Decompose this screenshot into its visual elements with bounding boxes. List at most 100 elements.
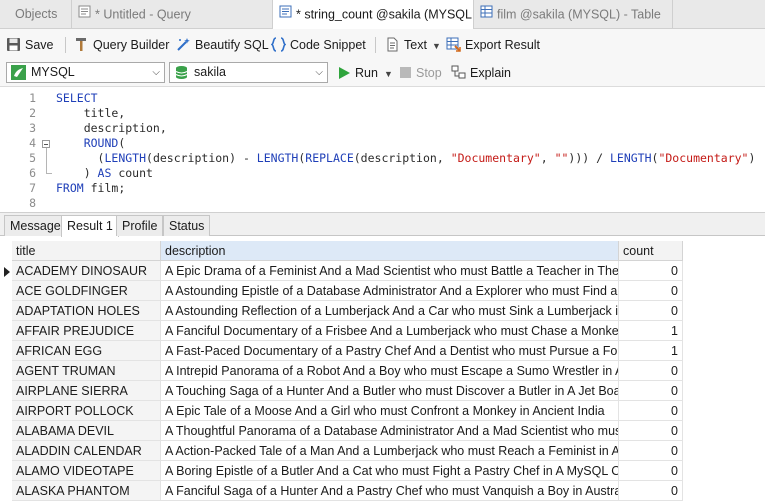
- column-header-description[interactable]: description: [161, 241, 619, 261]
- cell-title[interactable]: ALADDIN CALENDAR: [12, 441, 161, 461]
- export-icon: [446, 37, 461, 52]
- table-row[interactable]: ADAPTATION HOLES A Astounding Reflection …: [0, 301, 765, 321]
- query-icon: [279, 0, 292, 28]
- cell-count[interactable]: 0: [619, 381, 683, 401]
- cell-description[interactable]: A Intrepid Panorama of a Robot And a Boy…: [161, 361, 619, 381]
- cell-title[interactable]: ALAMO VIDEOTAPE: [12, 461, 161, 481]
- cell-title[interactable]: ACADEMY DINOSAUR: [12, 261, 161, 281]
- export-result-button[interactable]: Export Result: [446, 33, 540, 57]
- line-number-gutter: 1 2 3 4 5 6 7 8: [0, 87, 38, 210]
- code-snippet-label: Code Snippet: [290, 38, 366, 52]
- code-line-2: title,: [56, 106, 126, 120]
- fold-guide: [46, 173, 52, 174]
- stop-label: Stop: [416, 66, 442, 80]
- text-format-dropdown[interactable]: Text ▼: [385, 33, 441, 57]
- fold-toggle-icon[interactable]: [42, 140, 50, 148]
- table-row[interactable]: AFFAIR PREJUDICE A Fanciful Documentary o…: [0, 321, 765, 341]
- cell-description[interactable]: A Fast-Paced Documentary of a Pastry Che…: [161, 341, 619, 361]
- cell-description[interactable]: A Epic Tale of a Moose And a Girl who mu…: [161, 401, 619, 421]
- cell-description[interactable]: A Fanciful Documentary of a Frisbee And …: [161, 321, 619, 341]
- table-row[interactable]: ACADEMY DINOSAUR A Epic Drama of a Femini…: [0, 261, 765, 281]
- table-row[interactable]: ALABAMA DEVIL A Thoughtful Panorama of a …: [0, 421, 765, 441]
- tab-untitled-query[interactable]: * Untitled - Query: [72, 0, 273, 28]
- save-button[interactable]: Save: [6, 33, 54, 57]
- table-icon: [480, 0, 493, 28]
- cell-description[interactable]: A Touching Saga of a Hunter And a Butler…: [161, 381, 619, 401]
- tab-profile[interactable]: Profile: [116, 215, 164, 236]
- cell-count[interactable]: 1: [619, 321, 683, 341]
- current-row-indicator-icon: [4, 267, 10, 277]
- cell-count[interactable]: 0: [619, 401, 683, 421]
- cell-title[interactable]: AFFAIR PREJUDICE: [12, 321, 161, 341]
- code-line-6: ) AS count: [56, 166, 153, 180]
- column-header-title[interactable]: title: [12, 241, 161, 261]
- toolbar-separator: [375, 37, 376, 53]
- stop-button[interactable]: Stop: [399, 62, 442, 84]
- cell-title[interactable]: AIRPORT POLLOCK: [12, 401, 161, 421]
- tab-objects[interactable]: Objects: [0, 0, 72, 28]
- cell-title[interactable]: ALASKA PHANTOM: [12, 481, 161, 501]
- tab-message[interactable]: Message: [4, 215, 67, 236]
- table-row[interactable]: AIRPORT POLLOCK A Epic Tale of a Moose An…: [0, 401, 765, 421]
- cell-description[interactable]: A Boring Epistle of a Butler And a Cat w…: [161, 461, 619, 481]
- cell-count[interactable]: 0: [619, 281, 683, 301]
- cell-title[interactable]: AIRPLANE SIERRA: [12, 381, 161, 401]
- column-header-count[interactable]: count: [619, 241, 683, 261]
- cell-count[interactable]: 1: [619, 341, 683, 361]
- cell-count[interactable]: 0: [619, 481, 683, 501]
- tab-label: film @sakila (MYSQL) - Table: [497, 7, 661, 22]
- connection-select[interactable]: MYSQL ⌵: [6, 62, 165, 83]
- tab-result-1[interactable]: Result 1: [61, 215, 119, 237]
- cell-description[interactable]: A Thoughtful Panorama of a Database Admi…: [161, 421, 619, 441]
- cell-title[interactable]: ALABAMA DEVIL: [12, 421, 161, 441]
- table-row[interactable]: ACE GOLDFINGER A Astounding Epistle of a …: [0, 281, 765, 301]
- text-label: Text: [404, 38, 427, 52]
- code-line-1: SELECT: [56, 91, 98, 105]
- query-builder-button[interactable]: Query Builder: [74, 33, 169, 57]
- table-row[interactable]: ALASKA PHANTOM A Fanciful Saga of a Hunte…: [0, 481, 765, 501]
- cell-count[interactable]: 0: [619, 441, 683, 461]
- play-icon: [339, 66, 350, 79]
- stop-icon: [400, 67, 411, 79]
- query-builder-label: Query Builder: [93, 38, 170, 52]
- run-button[interactable]: Run ▼: [337, 62, 393, 84]
- chevron-down-icon: ⌵: [152, 67, 160, 78]
- cell-title[interactable]: ADAPTATION HOLES: [12, 301, 161, 321]
- beautify-sql-button[interactable]: Beautify SQL: [176, 33, 269, 57]
- table-row[interactable]: AIRPLANE SIERRA A Touching Saga of a Hunt…: [0, 381, 765, 401]
- table-row[interactable]: AGENT TRUMAN A Intrepid Panorama of a Rob…: [0, 361, 765, 381]
- cell-count[interactable]: 0: [619, 461, 683, 481]
- connection-value: MYSQL: [31, 65, 75, 79]
- code-line-5: (LENGTH(description) - LENGTH(REPLACE(de…: [56, 151, 756, 165]
- database-select[interactable]: sakila ⌵: [169, 62, 328, 83]
- tab-film-table[interactable]: film @sakila (MYSQL) - Table: [474, 0, 673, 28]
- code-snippet-button[interactable]: Code Snippet: [270, 33, 366, 57]
- cell-count[interactable]: 0: [619, 261, 683, 281]
- table-row[interactable]: ALADDIN CALENDAR A Action-Packed Tale of …: [0, 441, 765, 461]
- cell-count[interactable]: 0: [619, 361, 683, 381]
- explain-button[interactable]: Explain: [451, 62, 511, 84]
- chevron-down-icon: ▼: [431, 41, 441, 51]
- cell-title[interactable]: AFRICAN EGG: [12, 341, 161, 361]
- code-line-3: description,: [56, 121, 167, 135]
- cell-count[interactable]: 0: [619, 301, 683, 321]
- save-label: Save: [25, 38, 54, 52]
- tab-status[interactable]: Status: [163, 215, 211, 236]
- cell-description[interactable]: A Astounding Epistle of a Database Admin…: [161, 281, 619, 301]
- explain-label: Explain: [470, 66, 511, 80]
- tab-string-count[interactable]: * string_count @sakila (MYSQL...: [273, 0, 474, 29]
- cell-description[interactable]: A Astounding Reflection of a Lumberjack …: [161, 301, 619, 321]
- cell-count[interactable]: 0: [619, 421, 683, 441]
- cell-description[interactable]: A Fanciful Saga of a Hunter And a Pastry…: [161, 481, 619, 501]
- chevron-down-icon[interactable]: ▼: [384, 69, 393, 79]
- cell-title[interactable]: AGENT TRUMAN: [12, 361, 161, 381]
- export-result-label: Export Result: [465, 38, 541, 52]
- cell-description[interactable]: A Action-Packed Tale of a Man And a Lumb…: [161, 441, 619, 461]
- code-line-7: FROM film;: [56, 181, 126, 195]
- cell-title[interactable]: ACE GOLDFINGER: [12, 281, 161, 301]
- table-row[interactable]: ALAMO VIDEOTAPE A Boring Epistle of a But…: [0, 461, 765, 481]
- explain-icon: [451, 65, 466, 79]
- table-row[interactable]: AFRICAN EGG A Fast-Paced Documentary of a…: [0, 341, 765, 361]
- sql-editor[interactable]: 1 2 3 4 5 6 7 8 SELECT title, descriptio…: [0, 87, 765, 210]
- cell-description[interactable]: A Epic Drama of a Feminist And a Mad Sci…: [161, 261, 619, 281]
